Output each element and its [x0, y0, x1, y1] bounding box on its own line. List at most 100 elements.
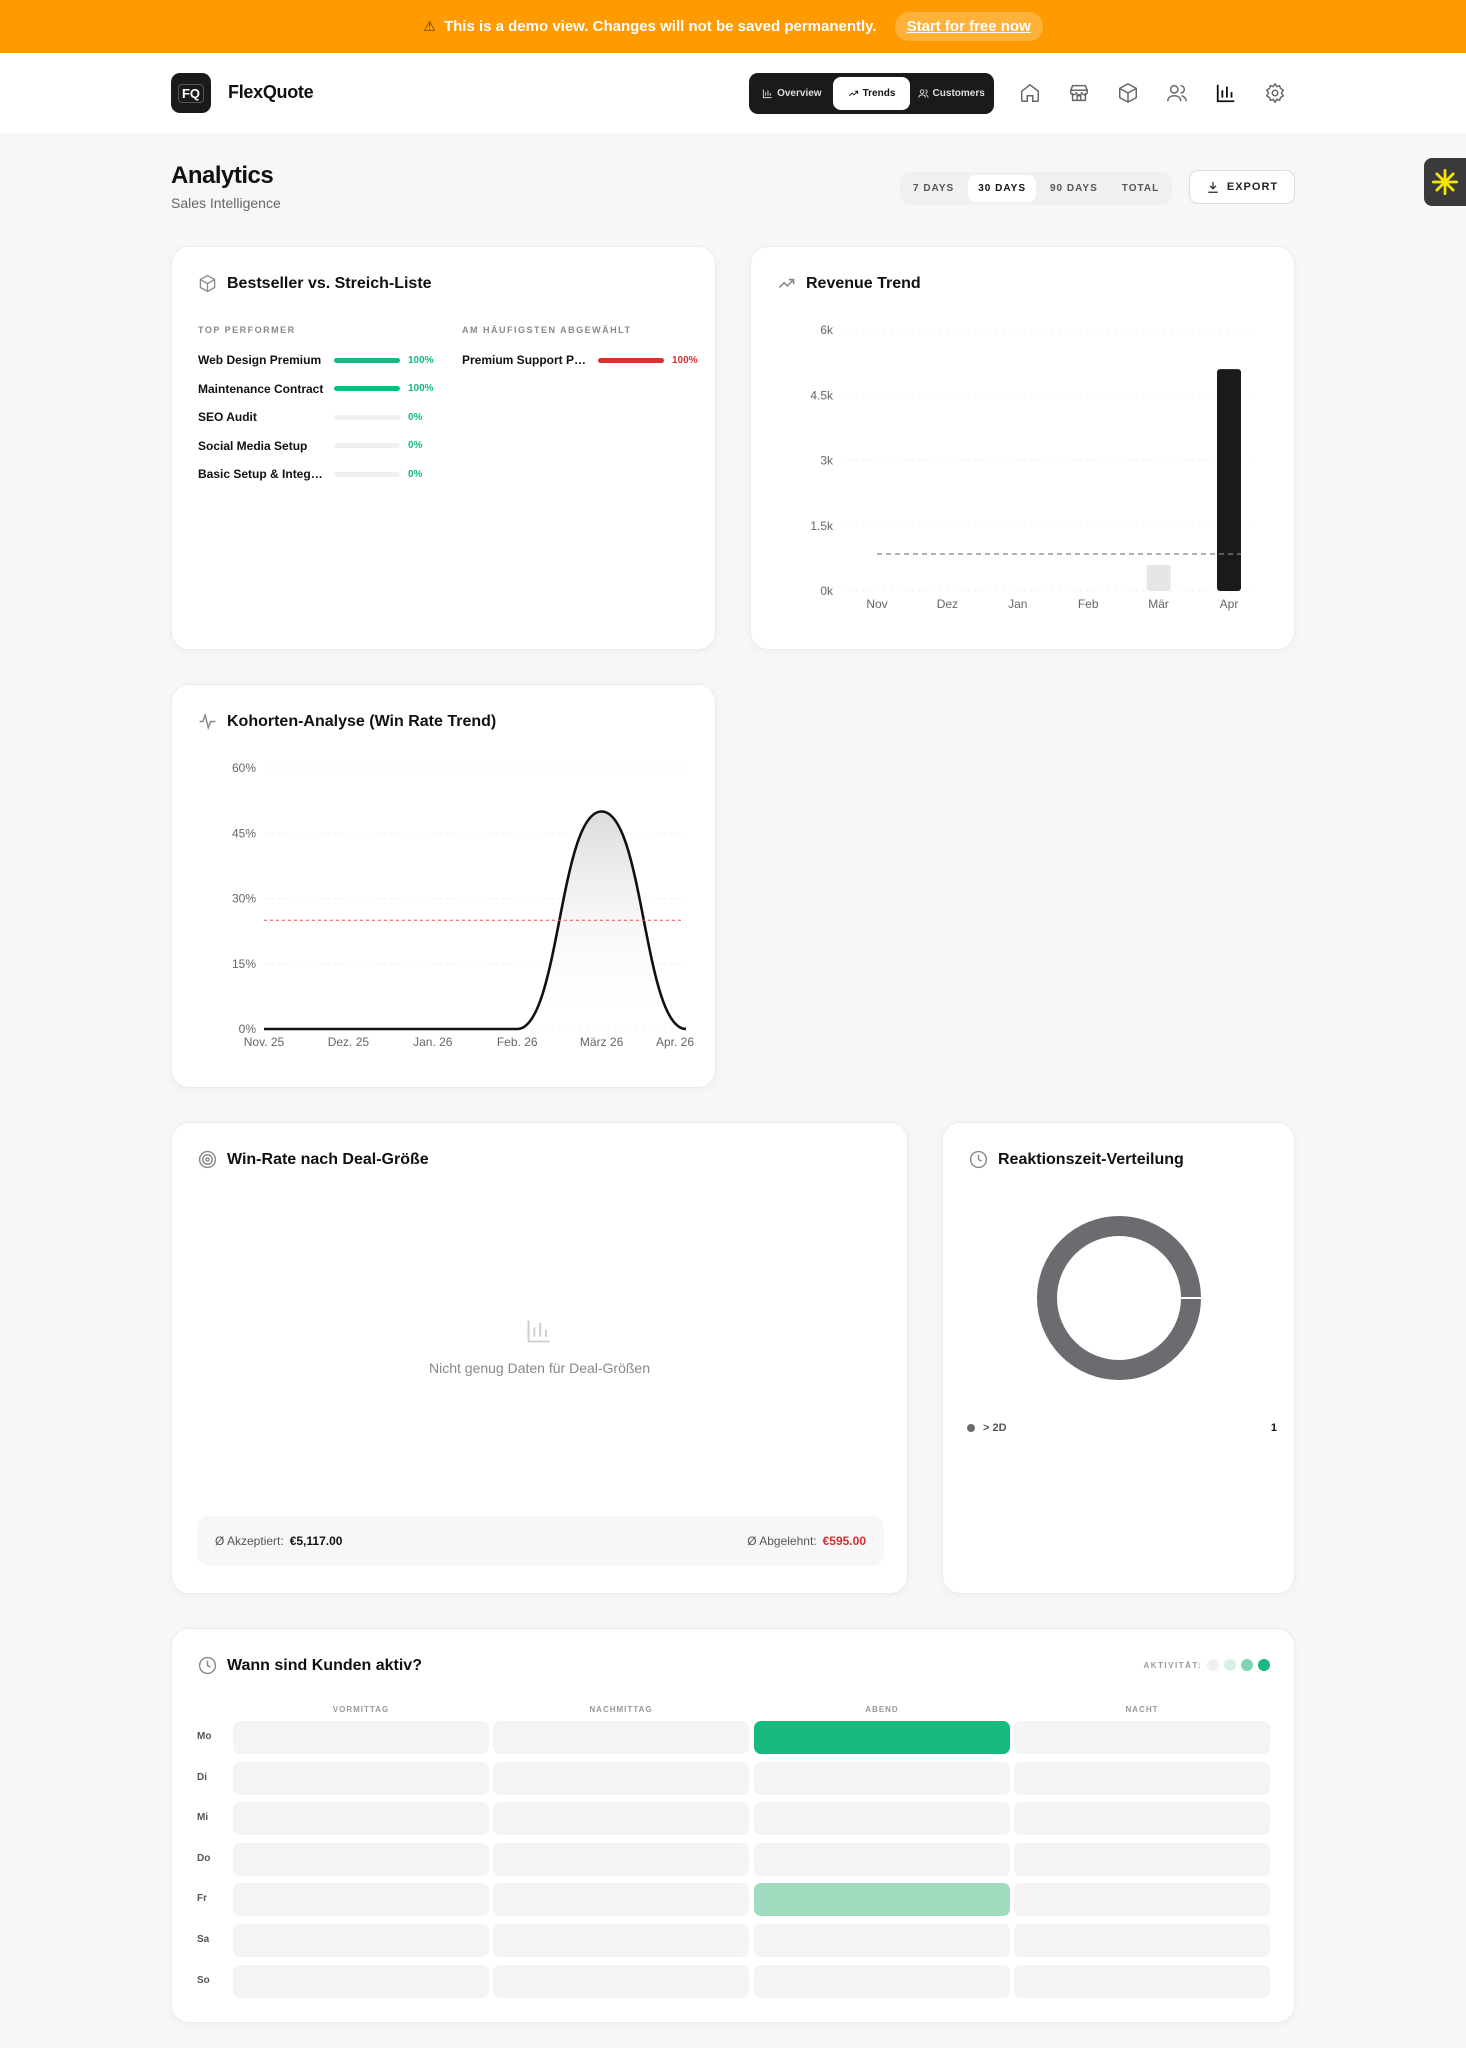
clock-icon [198, 1656, 217, 1675]
heatmap-cell[interactable] [493, 1964, 749, 1998]
y-tick-label: 6k [820, 323, 834, 337]
y-tick-label: 3k [820, 454, 834, 468]
heatmap-cell[interactable] [233, 1842, 489, 1876]
heatmap-cell[interactable] [754, 1883, 1010, 1917]
heatmap-cell[interactable] [493, 1721, 749, 1754]
bar-chart-icon [763, 89, 772, 99]
accepted-value: €5,117.00 [289, 1534, 343, 1548]
heatmap-cell[interactable] [493, 1761, 749, 1795]
rejected-label: Ø Abgelehnt: [747, 1534, 817, 1548]
home-icon[interactable] [1019, 82, 1041, 104]
heatmap-cell[interactable] [1014, 1721, 1270, 1754]
bar-chart-icon [527, 1320, 550, 1343]
donut-slice[interactable] [1037, 1216, 1201, 1380]
product-percent: 0% [408, 411, 423, 423]
product-bar-track [334, 471, 400, 477]
range-total[interactable]: TOTAL [1112, 175, 1169, 202]
product-bar-fill [598, 357, 664, 363]
heatmap-cell[interactable] [493, 1883, 749, 1917]
heatmap-cell[interactable] [1014, 1883, 1270, 1917]
demo-banner: ⚠ This is a demo view. Changes will not … [0, 0, 1466, 53]
heatmap-cell[interactable] [754, 1842, 1010, 1876]
heatmap-cell[interactable] [754, 1964, 1010, 1998]
tab-overview[interactable]: Overview [753, 77, 831, 110]
heatmap-cell[interactable] [233, 1924, 489, 1957]
store-icon[interactable] [1068, 82, 1090, 104]
bestseller-title-text: Bestseller vs. Streich-Liste [227, 274, 432, 292]
y-tick-label: 30% [232, 892, 256, 906]
heatmap-cell[interactable] [754, 1721, 1010, 1754]
heatmap-cell[interactable] [493, 1802, 749, 1836]
x-tick-label: Apr. 26 [656, 1035, 694, 1049]
target-icon [198, 1150, 217, 1169]
x-tick-label: März 26 [580, 1035, 624, 1049]
cohort-chart: 0% 15% 30% 45% 60% Nov. 25 Dez. 25 Jan. 26 Feb. … [232, 761, 694, 1049]
activity-card: Wann sind Kunden aktiv? AKTIVITÄT: VORMI… [171, 1628, 1295, 2023]
heatmap-cell[interactable] [493, 1842, 749, 1876]
heatmap-day-label: Mo [197, 1731, 212, 1742]
x-tick-label: Feb. 26 [497, 1035, 538, 1049]
heatmap-cell[interactable] [754, 1761, 1010, 1795]
activity-legend-label: AKTIVITÄT: [1143, 1660, 1202, 1670]
users-icon [918, 89, 929, 98]
product-bar-track [334, 357, 400, 363]
product-bar-track [334, 386, 400, 391]
revenue-bar[interactable] [1146, 564, 1171, 591]
revenue-bar[interactable] [1217, 369, 1241, 591]
reaction-legend: > 2D 1 [967, 1422, 1277, 1434]
heatmap-day-label: Do [197, 1852, 211, 1864]
legend-swatch-none [1207, 1659, 1219, 1671]
heatmap-cell[interactable] [233, 1802, 489, 1836]
box-icon[interactable] [1117, 82, 1139, 104]
heatmap-day-label: Di [197, 1771, 207, 1783]
activity-title-text: Wann sind Kunden aktiv? [227, 1656, 422, 1674]
product-bar-track [334, 414, 400, 420]
heatmap-cell[interactable] [1014, 1964, 1270, 1998]
heatmap-cell[interactable] [233, 1721, 489, 1754]
empty-message: Nicht genug Daten für Deal-Größen [429, 1360, 650, 1376]
rejected-value: €595.00 [822, 1534, 866, 1548]
heatmap-cell[interactable] [233, 1964, 489, 1998]
trending-up-icon [848, 90, 858, 97]
heatmap-column-header: NACHT [1125, 1705, 1159, 1714]
range-7-days[interactable]: 7 DAYS [903, 175, 964, 202]
range-selector: 7 DAYS 30 DAYS 90 DAYS TOTAL [900, 172, 1173, 205]
product-name: Premium Support Package [462, 353, 590, 367]
heatmap-day-label: Fr [197, 1893, 207, 1905]
tab-customers-label: Customers [932, 88, 985, 99]
top-bar: FQ FlexQuote Overview Trends Customers [0, 53, 1466, 133]
start-free-link[interactable]: Start for free now [894, 12, 1043, 41]
heatmap-cell[interactable] [493, 1924, 749, 1957]
gear-icon[interactable] [1264, 82, 1286, 104]
heatmap-cell[interactable] [1014, 1842, 1270, 1876]
users-icon[interactable] [1166, 82, 1188, 104]
y-tick-label: 0k [820, 584, 834, 598]
range-30-days[interactable]: 30 DAYS [968, 175, 1036, 202]
range-90-days[interactable]: 90 DAYS [1040, 175, 1108, 202]
product-row: Premium Support Package 100% [462, 352, 698, 368]
heatmap-cell[interactable] [1014, 1802, 1270, 1836]
logo-text: FQ [177, 83, 205, 103]
heatmap-cell[interactable] [233, 1883, 489, 1917]
deselected-heading: AM HÄUFIGSTEN ABGEWÄHLT [462, 325, 632, 335]
tab-customers[interactable]: Customers [912, 77, 990, 110]
heatmap-cell[interactable] [1014, 1761, 1270, 1795]
heatmap-cell[interactable] [754, 1802, 1010, 1836]
product-name: Basic Setup & Integration [198, 467, 326, 481]
bar-chart-icon[interactable] [1215, 82, 1237, 104]
logo[interactable]: FQ [171, 73, 211, 113]
demo-text: This is a demo view. Changes will not be… [443, 18, 877, 35]
sparkle-icon [1431, 168, 1459, 196]
heatmap-cell[interactable] [1014, 1924, 1270, 1957]
reaction-card: Reaktionszeit-Verteilung > 2D 1 [942, 1122, 1295, 1594]
y-tick-label: 4.5k [810, 388, 834, 402]
product-row: Basic Setup & Integration 0% [198, 466, 422, 482]
feedback-widget[interactable] [1424, 158, 1466, 206]
product-percent: 100% [408, 354, 434, 366]
heatmap-cell[interactable] [233, 1761, 489, 1795]
heatmap-cell[interactable] [754, 1924, 1010, 1957]
product-row: Social Media Setup 0% [198, 438, 422, 454]
tab-trends[interactable]: Trends [832, 77, 911, 110]
export-button[interactable]: EXPORT [1189, 170, 1295, 204]
activity-title: Wann sind Kunden aktiv? [198, 1656, 422, 1675]
